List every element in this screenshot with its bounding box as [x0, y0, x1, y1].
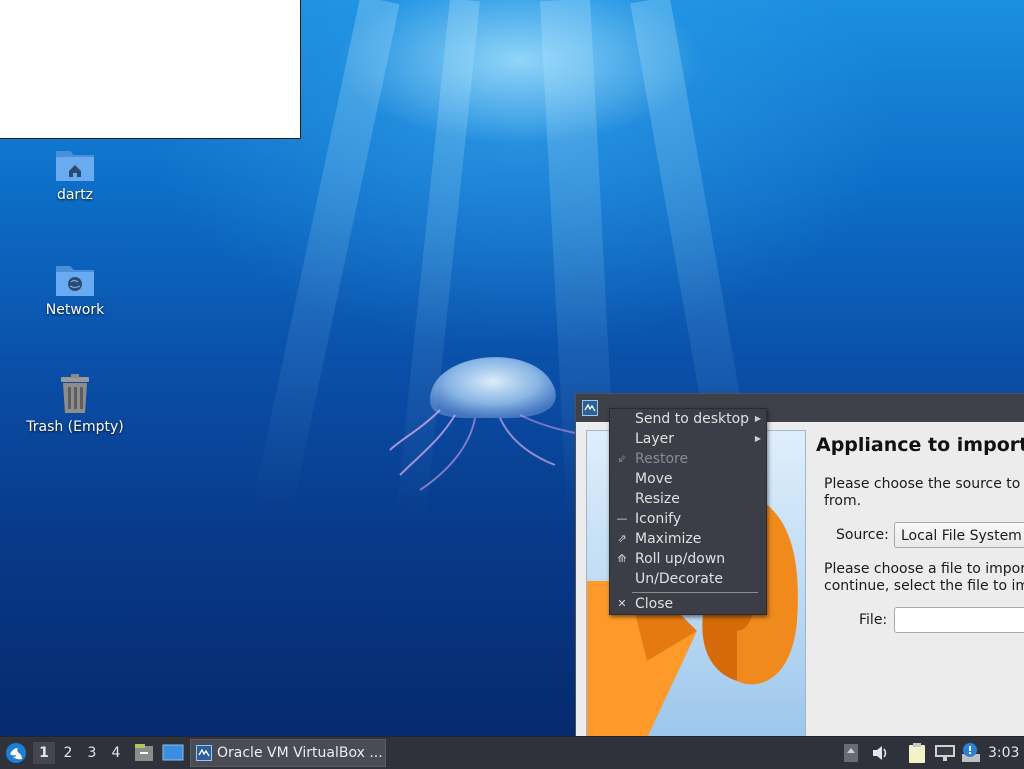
submenu-arrow-icon: ▶ [754, 414, 761, 423]
window-context-menu: Send to desktop ▶ Layer ▶ ⇙ Restore Move… [609, 408, 767, 615]
source-select[interactable]: Local File System [894, 522, 1024, 548]
source-instructions-line1: Please choose the source to i [824, 476, 1024, 492]
roll-up-icon: ⟰ [617, 552, 627, 565]
menu-item-send-to-desktop[interactable]: Send to desktop ▶ [610, 409, 766, 429]
workspace-2[interactable]: 2 [57, 742, 79, 764]
blank-window[interactable] [0, 0, 301, 139]
virtualbox-task-icon [196, 745, 212, 761]
source-label: Source: [836, 527, 889, 543]
menu-item-iconify[interactable]: — Iconify [610, 509, 766, 529]
source-instructions-line2: from. [824, 493, 862, 509]
jellyfish-image [389, 357, 586, 491]
desktop-icon-label: dartz [56, 187, 94, 203]
virtualbox-app-icon[interactable] [582, 400, 598, 416]
show-desktop-icon[interactable] [162, 743, 184, 763]
workspace-3[interactable]: 3 [81, 742, 103, 764]
menu-item-close[interactable]: ✕ Close [610, 594, 766, 614]
submenu-arrow-icon: ▶ [754, 434, 761, 443]
close-icon: ✕ [617, 597, 627, 610]
clock[interactable]: 3:03 [988, 737, 1019, 769]
menu-item-restore: ⇙ Restore [617, 451, 689, 467]
wizard-heading: Appliance to import [816, 434, 1024, 456]
home-folder-icon [56, 151, 94, 181]
network-icon[interactable] [934, 743, 956, 763]
menu-item-resize[interactable]: Resize [610, 489, 766, 509]
desktop-icon-label: Network [45, 302, 105, 318]
menu-item-layer[interactable]: Layer ▶ [610, 429, 766, 449]
taskbar-item-virtualbox[interactable]: Oracle VM VirtualBox ... [190, 739, 386, 767]
clipboard-icon[interactable] [907, 742, 927, 764]
taskbar-item-label: Oracle VM VirtualBox ... [217, 745, 383, 761]
taskbar: 1 2 3 4 Oracle VM VirtualBox ... 3:03 [0, 736, 1024, 769]
notification-icon[interactable] [961, 742, 981, 764]
desktop-icon-home[interactable]: dartz [20, 143, 130, 203]
desktop-background: dartz Network Trash (Empty) Appliance to… [0, 0, 1024, 736]
menu-item-undecorate[interactable]: Un/Decorate [610, 569, 766, 589]
file-manager-icon[interactable] [134, 743, 154, 763]
restore-icon: ⇙ [617, 452, 627, 465]
application-menu-icon[interactable] [5, 742, 27, 764]
maximize-icon: ⇗ [617, 532, 627, 545]
menu-item-maximize[interactable]: ⇗ Maximize [610, 529, 766, 549]
updates-icon[interactable] [843, 743, 859, 763]
menu-separator [632, 592, 758, 593]
trash-icon [61, 374, 89, 413]
menu-item-roll-up-down[interactable]: ⟰ Roll up/down [610, 549, 766, 569]
file-path-input[interactable] [894, 607, 1024, 633]
workspace-1[interactable]: 1 [33, 742, 55, 764]
file-instructions-line2: continue, select the file to imp [824, 578, 1024, 594]
volume-icon[interactable] [870, 743, 890, 763]
workspace-4[interactable]: 4 [105, 742, 127, 764]
file-instructions-line1: Please choose a file to import [824, 561, 1024, 577]
desktop-icon-network[interactable]: Network [20, 258, 130, 318]
desktop-icon-label: Trash (Empty) [26, 419, 124, 435]
file-label: File: [859, 612, 888, 628]
desktop-icon-trash[interactable]: Trash (Empty) [20, 373, 130, 435]
network-folder-icon [56, 266, 94, 296]
source-select-value: Local File System [901, 528, 1022, 544]
iconify-icon: — [616, 512, 628, 525]
menu-item-move[interactable]: Move [610, 469, 766, 489]
